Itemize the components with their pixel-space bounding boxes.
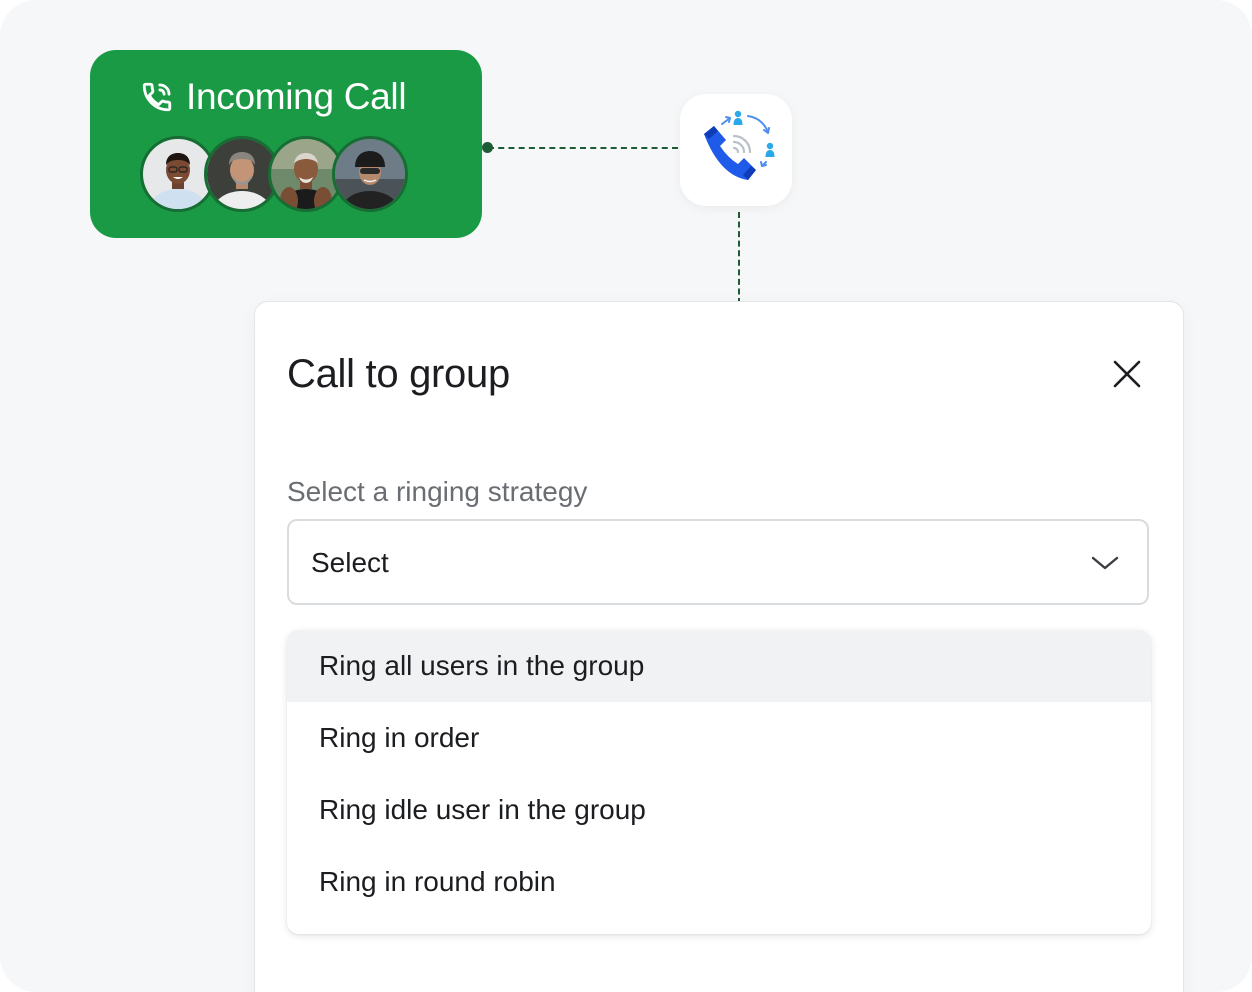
dialog-title: Call to group [287, 352, 510, 396]
incoming-call-header: Incoming Call [140, 76, 407, 118]
close-button[interactable] [1107, 354, 1147, 394]
group-call-icon-tile [680, 94, 792, 206]
ringing-strategy-dropdown: Ring all users in the group Ring in orde… [287, 630, 1151, 934]
connector-dot [482, 142, 493, 153]
option-ring-all-users[interactable]: Ring all users in the group [287, 630, 1151, 702]
ringing-strategy-label: Select a ringing strategy [287, 476, 588, 507]
chevron-down-icon [1091, 556, 1119, 570]
group-call-icon [704, 110, 775, 180]
option-ring-in-order[interactable]: Ring in order [287, 702, 1151, 774]
incoming-call-title: Incoming Call [186, 76, 407, 117]
vertical-connector [738, 212, 740, 304]
select-value: Select [311, 547, 389, 578]
phone-ringing-icon [140, 80, 174, 114]
canvas: Incoming Call Call to group Select a rin… [0, 0, 1252, 992]
close-icon [1113, 360, 1141, 388]
call-to-group-dialog: Call to group Select a ringing strategy … [254, 301, 1184, 992]
horizontal-connector [488, 147, 678, 149]
option-ring-idle-user[interactable]: Ring idle user in the group [287, 774, 1151, 846]
option-ring-round-robin[interactable]: Ring in round robin [287, 846, 1151, 918]
incoming-call-card[interactable]: Incoming Call [90, 50, 482, 238]
avatar [332, 136, 408, 212]
ringing-strategy-select[interactable]: Select [287, 519, 1149, 605]
